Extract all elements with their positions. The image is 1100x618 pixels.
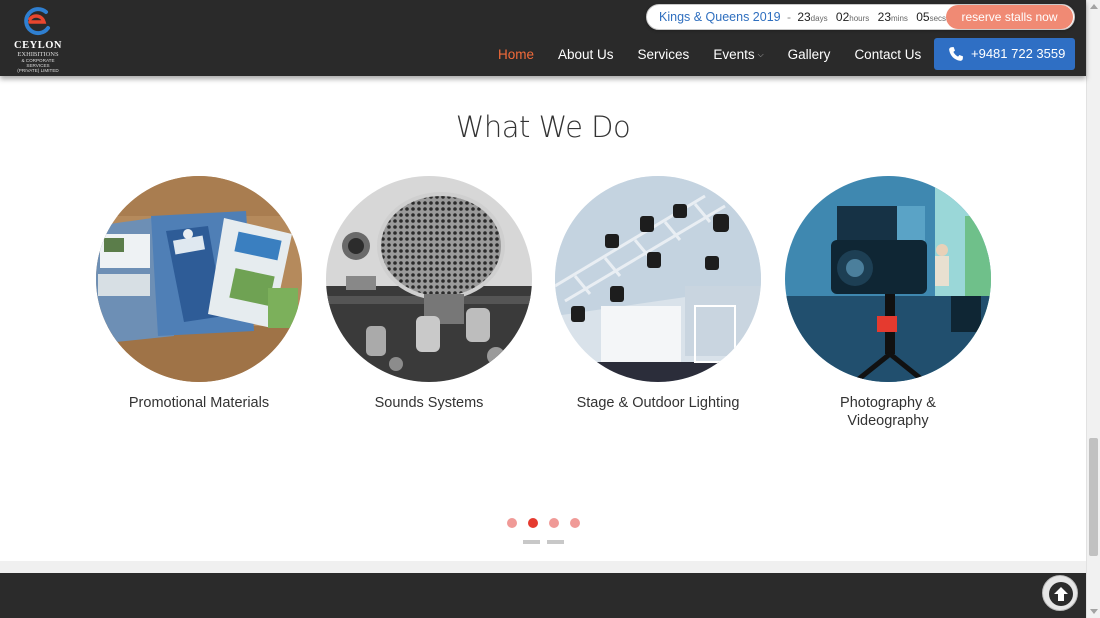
service-card-promotional[interactable]: Promotional Materials bbox=[96, 176, 302, 412]
countdown-separator: - bbox=[786, 10, 791, 24]
nav-services[interactable]: Services bbox=[638, 47, 690, 65]
page: CEYLON EXHIBITIONS & CORPORATE SERVICES … bbox=[0, 0, 1100, 618]
countdown-mins: 23 bbox=[877, 10, 891, 24]
carousel-dot-2[interactable] bbox=[528, 518, 538, 528]
brand-line-3: & CORPORATE SERVICES bbox=[21, 58, 55, 69]
scrollbar-thumb[interactable] bbox=[1089, 438, 1098, 556]
brand-subtitle: EXHIBITIONS & CORPORATE SERVICES (PRIVAT… bbox=[10, 51, 66, 74]
service-caption: Sounds Systems bbox=[374, 395, 484, 411]
countdown-event[interactable]: Kings & Queens 2019 bbox=[659, 10, 781, 24]
scroll-to-top-button[interactable] bbox=[1042, 575, 1078, 611]
site-header: CEYLON EXHIBITIONS & CORPORATE SERVICES … bbox=[0, 0, 1086, 76]
brand-line-4: (PRIVATE) LIMITED bbox=[17, 68, 59, 74]
stage-lighting-image bbox=[555, 176, 761, 382]
nav-home[interactable]: Home bbox=[498, 47, 534, 65]
countdown-mins-unit: mins bbox=[891, 14, 908, 23]
promotional-materials-image bbox=[96, 176, 302, 382]
service-card-sound[interactable]: Sounds Systems bbox=[326, 176, 532, 412]
video-camera-image bbox=[785, 176, 991, 382]
logo-e-icon bbox=[24, 7, 50, 36]
carousel-dots bbox=[507, 518, 591, 528]
nav-events-label: Events bbox=[713, 47, 755, 62]
countdown-days-unit: days bbox=[810, 14, 828, 23]
scroll-up-arrow-icon[interactable] bbox=[1090, 4, 1098, 9]
vertical-scrollbar[interactable] bbox=[1086, 0, 1100, 618]
countdown-hours: 02 bbox=[835, 10, 850, 24]
site-footer bbox=[0, 573, 1086, 618]
carousel-dot-3[interactable] bbox=[549, 518, 559, 528]
brand-line-2: EXHIBITIONS bbox=[17, 51, 59, 58]
event-countdown: Kings & Queens 2019 - 23days 02hours 23m… bbox=[646, 4, 1075, 30]
service-caption: Photography & Videography bbox=[840, 395, 936, 429]
service-caption: Stage & Outdoor Lighting bbox=[576, 395, 740, 411]
main-nav: Home About Us Services Events ⌵ Gallery C… bbox=[486, 47, 933, 65]
scroll-down-arrow-icon[interactable] bbox=[1090, 609, 1098, 614]
phone-icon bbox=[949, 47, 963, 61]
chevron-down-icon: ⌵ bbox=[757, 50, 764, 59]
microphone-image bbox=[326, 176, 532, 382]
section-divider bbox=[0, 561, 1086, 573]
phone-button[interactable]: +9481 722 3559 bbox=[934, 38, 1075, 70]
carousel-dot-1[interactable] bbox=[507, 518, 517, 528]
carousel-prev[interactable] bbox=[523, 540, 540, 544]
countdown-secs: 05 bbox=[916, 10, 930, 24]
reserve-stalls-button[interactable]: reserve stalls now bbox=[946, 5, 1073, 29]
service-card-stage-lighting[interactable]: Stage & Outdoor Lighting bbox=[555, 176, 761, 412]
countdown-days: 23 bbox=[797, 10, 811, 24]
nav-events[interactable]: Events ⌵ bbox=[713, 47, 763, 65]
nav-gallery[interactable]: Gallery bbox=[788, 47, 831, 65]
service-card-photography[interactable]: Photography & Videography bbox=[785, 176, 991, 430]
arrow-up-icon bbox=[1049, 582, 1073, 606]
nav-contact-us[interactable]: Contact Us bbox=[854, 47, 921, 65]
section-title: What We Do bbox=[455, 110, 631, 144]
countdown-hours-unit: hours bbox=[849, 14, 870, 23]
countdown-text: Kings & Queens 2019 - 23days 02hours 23m… bbox=[659, 5, 964, 29]
carousel-nav bbox=[523, 540, 571, 544]
nav-about-us[interactable]: About Us bbox=[558, 47, 614, 65]
carousel-dot-4[interactable] bbox=[570, 518, 580, 528]
brand-name: CEYLON bbox=[14, 40, 62, 51]
countdown-secs-unit: secs bbox=[929, 14, 947, 23]
phone-number: +9481 722 3559 bbox=[971, 46, 1066, 61]
brand-logo[interactable]: CEYLON EXHIBITIONS & CORPORATE SERVICES … bbox=[10, 6, 66, 73]
carousel-next[interactable] bbox=[547, 540, 564, 544]
service-caption: Promotional Materials bbox=[128, 395, 270, 411]
